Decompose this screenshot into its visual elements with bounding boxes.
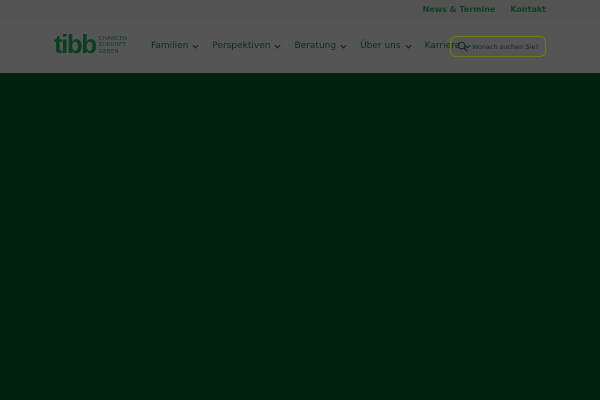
logo-wordmark: tibb bbox=[54, 29, 97, 59]
main-header: tibb CHANCEN ZUKUNFT GEBEN Familien Pers… bbox=[0, 22, 600, 73]
tibb-logo[interactable]: tibb CHANCEN ZUKUNFT GEBEN bbox=[54, 31, 127, 57]
search-input[interactable] bbox=[472, 42, 542, 51]
top-utility-bar: News & Termine Kontakt bbox=[0, 0, 600, 22]
nav-item-perspektiven[interactable]: Perspektiven bbox=[212, 41, 282, 52]
nav-item-label: Beratung bbox=[294, 41, 337, 51]
nav-item-beratung[interactable]: Beratung bbox=[294, 41, 348, 52]
hero-overlay bbox=[0, 73, 600, 400]
kontakt-link[interactable]: Kontakt bbox=[510, 5, 546, 15]
nav-item-ueber-uns[interactable]: Über uns bbox=[360, 41, 413, 52]
search-icon[interactable] bbox=[457, 41, 468, 52]
nav-item-familien[interactable]: Familien bbox=[151, 41, 200, 52]
chevron-down-icon bbox=[192, 44, 200, 49]
chevron-down-icon bbox=[274, 44, 282, 49]
nav-item-label: Familien bbox=[151, 41, 189, 51]
nav-item-label: Perspektiven bbox=[212, 41, 271, 51]
top-links: News & Termine Kontakt bbox=[423, 5, 546, 15]
main-nav: Familien Perspektiven Beratung Über uns … bbox=[151, 41, 484, 52]
news-termine-link[interactable]: News & Termine bbox=[423, 5, 496, 15]
chevron-down-icon bbox=[340, 44, 347, 49]
logo-tagline: CHANCEN ZUKUNFT GEBEN bbox=[99, 36, 128, 56]
search-box[interactable] bbox=[450, 36, 546, 57]
chevron-down-icon bbox=[404, 44, 412, 49]
nav-item-label: Über uns bbox=[360, 41, 401, 51]
logo-tagline-line: GEBEN bbox=[98, 48, 119, 55]
